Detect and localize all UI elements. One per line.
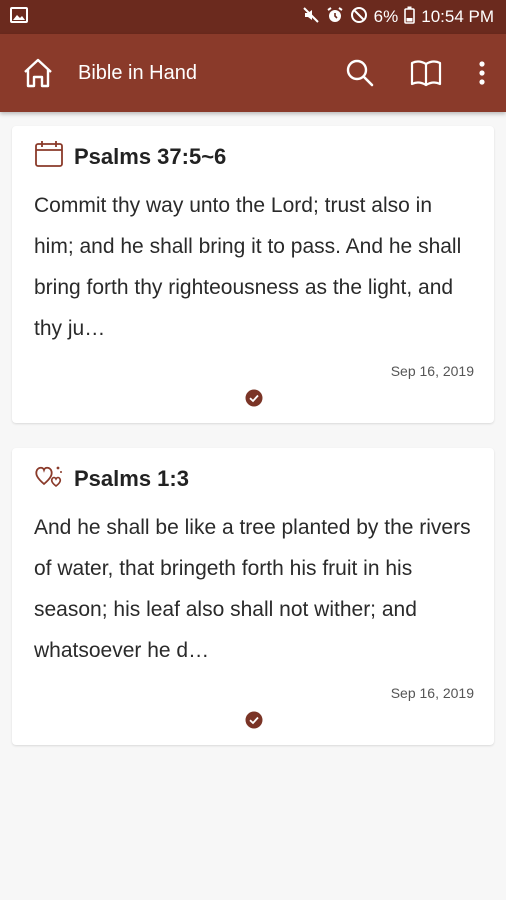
verse-text: Commit thy way unto the Lord; trust also…	[34, 194, 462, 340]
battery-icon	[404, 6, 416, 29]
verse-reference: Psalms 37:5~6	[74, 143, 227, 169]
verse-date: Sep 16, 2019	[390, 363, 474, 379]
app-title: Bible in Hand	[78, 61, 197, 84]
home-icon[interactable]	[18, 53, 58, 93]
battery-percentage: 6%	[373, 7, 399, 26]
verse-text: And he shall be like a tree planted by t…	[34, 516, 471, 662]
search-icon[interactable]	[340, 53, 380, 93]
image-notification-icon	[10, 6, 28, 28]
clock: 10:54 PM	[421, 7, 494, 26]
check-circle-icon	[245, 389, 263, 413]
verse-list: Psalms 37:5~6 Commit thy way unto the Lo…	[0, 112, 506, 784]
mute-icon	[302, 6, 320, 29]
calendar-icon	[34, 140, 64, 173]
hearts-icon	[34, 462, 64, 495]
check-circle-icon	[245, 711, 263, 735]
alarm-icon	[326, 6, 344, 29]
verse-date: Sep 16, 2019	[390, 685, 474, 701]
status-bar: 6% 10:54 PM	[0, 0, 506, 34]
verse-card[interactable]: Psalms 37:5~6 Commit thy way unto the Lo…	[12, 126, 494, 423]
more-options-icon[interactable]	[472, 53, 492, 93]
do-not-disturb-icon	[350, 6, 368, 29]
app-bar: Bible in Hand	[0, 34, 506, 112]
verse-card[interactable]: Psalms 1:3 And he shall be like a tree p…	[12, 448, 494, 745]
verse-reference: Psalms 1:3	[74, 465, 189, 491]
book-icon[interactable]	[406, 53, 446, 93]
